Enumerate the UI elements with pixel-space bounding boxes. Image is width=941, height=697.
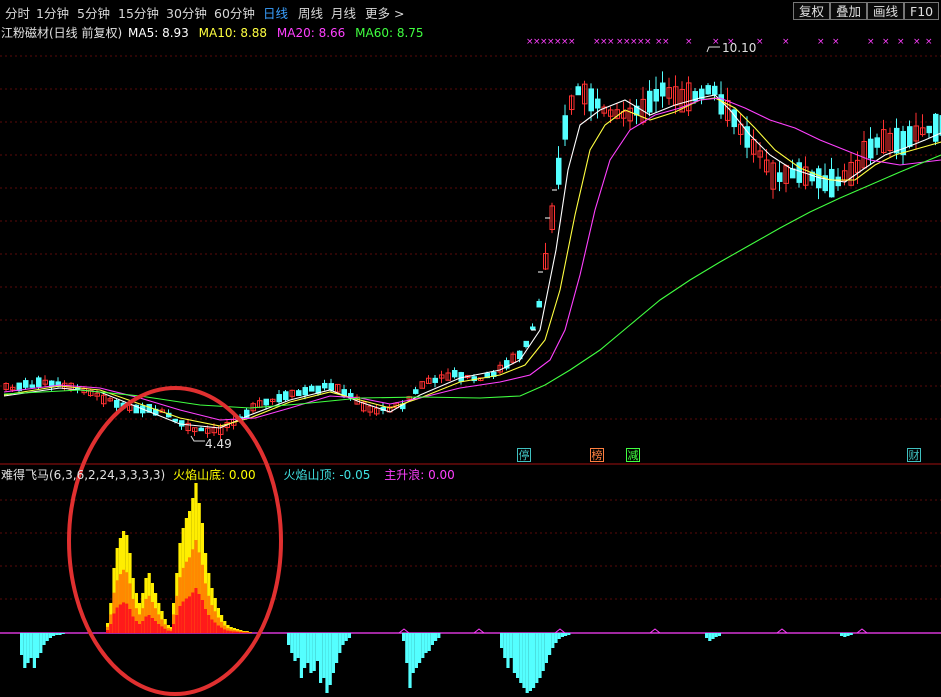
signal-tag-reduce[interactable]: 减 (626, 448, 640, 462)
svg-text:×: × (644, 37, 652, 47)
svg-text:×: × (756, 37, 764, 47)
main-chart-legend: 江粉磁材(日线 前复权) MA5: 8.93 MA10: 8.88 MA20: … (1, 24, 424, 41)
svg-text:×: × (832, 37, 840, 47)
ma60-value: MA60: 8.75 (355, 26, 424, 40)
event-markers: × × × × × × × × × × × × × × × × × × × × × × × × × × × × × (190, 37, 933, 442)
svg-text:×: × (685, 37, 693, 47)
ma5-value: MA5: 8.93 (128, 26, 189, 40)
ma20-value: MA20: 8.66 (276, 26, 346, 40)
svg-text:×: × (913, 37, 921, 47)
flame-top-value: 火焰山顶: -0.05 (283, 468, 371, 482)
flame-bottom-value: 火焰山底: 0.00 (173, 468, 256, 482)
svg-text:×: × (867, 37, 875, 47)
stock-title: 江粉磁材(日线 前复权) (1, 26, 123, 40)
low-price-label: 4.49 (205, 437, 232, 451)
annotation-circle (67, 386, 283, 696)
high-price-label: 10.10 (722, 41, 757, 55)
ma10-value: MA10: 8.88 (198, 26, 268, 40)
svg-text:×: × (662, 37, 670, 47)
svg-text:×: × (568, 37, 576, 47)
main-wave-value: 主升浪: 0.00 (384, 468, 455, 482)
chart-canvas[interactable]: × × × × × × × × × × × × × × × × × × × × × × × × × × × × × (0, 0, 941, 697)
price-grid (0, 55, 941, 600)
svg-text:×: × (817, 37, 825, 47)
indicator-legend: 难得飞马(6,3,6,2,24,3,3,3,3) 火焰山底: 0.00 火焰山顶… (1, 466, 455, 483)
indicator-title: 难得飞马(6,3,6,2,24,3,3,3,3) (1, 468, 166, 482)
candlestick-series (3, 71, 941, 440)
svg-text:×: × (882, 37, 890, 47)
svg-text:×: × (712, 37, 720, 47)
signal-tag-finance[interactable]: 财 (907, 448, 921, 462)
indicator-histogram (0, 483, 941, 693)
svg-text:×: × (925, 37, 933, 47)
signal-tag-suspend[interactable]: 停 (517, 448, 531, 462)
signal-tag-rank[interactable]: 榜 (590, 448, 604, 462)
svg-text:×: × (897, 37, 905, 47)
svg-text:×: × (607, 37, 615, 47)
svg-text:×: × (782, 37, 790, 47)
